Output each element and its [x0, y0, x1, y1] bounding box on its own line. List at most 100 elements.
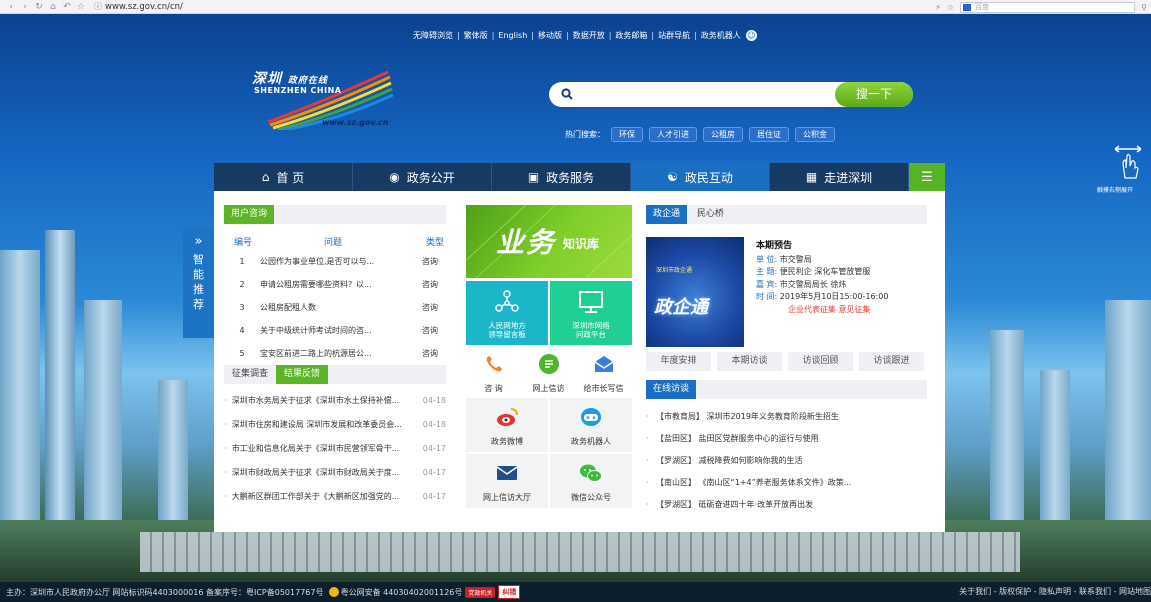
- undo-icon[interactable]: ↶: [60, 0, 74, 14]
- list-item[interactable]: · 市工业和信息化局关于《深圳市民营领军骨干... 04-17: [224, 436, 446, 460]
- enterprise-rep-link[interactable]: 企业代表征集: [788, 305, 836, 314]
- address-bar[interactable]: ⓘ www.sz.gov.cn/cn/: [94, 1, 183, 12]
- footer-links[interactable]: 关于我们 - 版权保护 - 隐私声明 - 联系我们 - 网站地图: [959, 582, 1151, 602]
- list-item[interactable]: · 【罗湖区】 砥砺奋进四十年·改革开放再出发: [646, 493, 927, 515]
- hot-tag-housing-fund[interactable]: 公积金: [795, 127, 835, 142]
- gov-weibo-card[interactable]: 政务微博: [466, 398, 548, 452]
- list-item[interactable]: · 深圳市财政局关于征求《深圳市财政局关于度... 04-17: [224, 460, 446, 484]
- row-question[interactable]: 宝安区前进二路上的杭源居公...: [260, 348, 414, 359]
- tab-survey[interactable]: 征集调查: [224, 365, 276, 384]
- top-link-open-data[interactable]: 数据开放: [573, 30, 605, 41]
- sz-net-inquiry-tile[interactable]: 深圳市网络 问政平台: [550, 281, 632, 345]
- table-row[interactable]: 1 公园作为事业单位,是否可以与... 咨询: [224, 250, 446, 273]
- tab-user-consult[interactable]: 用户咨询: [224, 205, 275, 224]
- top-link-gov-robot[interactable]: 政务机器人: [701, 30, 741, 41]
- list-item-title[interactable]: 大鹏新区群团工作部关于《大鹏新区加强党的...: [232, 491, 417, 502]
- search-input[interactable]: [579, 86, 829, 103]
- hot-tag-residence-permit[interactable]: 居住证: [749, 127, 789, 142]
- row-question[interactable]: 公园作为事业单位,是否可以与...: [260, 256, 414, 267]
- magnifier-icon[interactable]: ⚲: [1141, 3, 1147, 12]
- nav-home[interactable]: ⌂ 首 页: [214, 163, 353, 191]
- hot-tag-environment[interactable]: 环保: [611, 127, 643, 142]
- list-item[interactable]: · 【市教育局】 深圳市2019年义务教育阶段新生招生: [646, 405, 927, 427]
- party-gov-badge[interactable]: 党政机关: [465, 586, 496, 598]
- police-badge-icon: [328, 587, 339, 597]
- nav-gov-affairs-open[interactable]: ◉ 政务公开: [353, 163, 492, 191]
- bookmark-star-icon[interactable]: ☆: [74, 0, 88, 14]
- tab-gov-enterprise[interactable]: 政企通: [646, 205, 688, 224]
- forward-icon[interactable]: ›: [18, 0, 32, 14]
- menu-icon[interactable]: ☰: [909, 163, 945, 191]
- list-item[interactable]: · 【罗湖区】 减税降费如何影响你我的生活: [646, 449, 927, 471]
- mayor-letter-link[interactable]: 给市长写信: [576, 353, 631, 394]
- hot-tag-public-rental[interactable]: 公租房: [703, 127, 743, 142]
- online-petition-link[interactable]: 网上信访: [521, 353, 576, 394]
- row-question[interactable]: 公租房配租人数: [260, 302, 414, 313]
- list-item-title[interactable]: 减税降费如何影响你我的生活: [699, 455, 803, 466]
- table-row[interactable]: 2 申请公租房需要哪些资料？以... 咨询: [224, 273, 446, 296]
- top-link-site-nav[interactable]: 站群导航: [658, 30, 690, 41]
- list-item-title[interactable]: 深圳市水务局关于征求《深圳市水土保持补偿...: [232, 395, 417, 406]
- home-icon[interactable]: ⌂: [46, 0, 60, 14]
- list-item[interactable]: · 【南山区】 《南山区“1+4”养老服务体系文件》政策...: [646, 471, 927, 493]
- list-item-title[interactable]: 砥砺奋进四十年·改革开放再出发: [699, 499, 814, 510]
- smart-recommend-tab[interactable]: » 智 能 推 荐: [183, 228, 214, 338]
- gov-robot-card[interactable]: 政务机器人: [550, 398, 632, 452]
- touch-hand-icon[interactable]: [1111, 142, 1145, 182]
- top-link-traditional[interactable]: 繁体版: [464, 30, 488, 41]
- table-row[interactable]: 3 公租房配租人数 咨询: [224, 296, 446, 319]
- robot-icon[interactable]: ☺: [745, 30, 757, 41]
- nav-citizen-interaction[interactable]: ☯ 政民互动: [631, 163, 770, 191]
- logo-en-title: SHENZHEN CHINA: [254, 86, 342, 95]
- refresh-icon[interactable]: ↻: [32, 0, 46, 14]
- table-row[interactable]: 5 宝安区前进二路上的杭源居公... 咨询: [224, 342, 446, 365]
- error-report-badge[interactable]: 纠错: [498, 585, 521, 599]
- annual-plan-button[interactable]: 年度安排: [646, 352, 711, 371]
- people-message-board-tile[interactable]: 人民网地方 领导留言板: [466, 281, 548, 345]
- list-item-title[interactable]: 深圳市住房和建设局 深圳市发展和改革委员会...: [232, 419, 417, 430]
- top-link-accessible[interactable]: 无障碍浏览: [413, 30, 453, 41]
- search-button[interactable]: 搜一下: [835, 82, 913, 107]
- footer-police-record[interactable]: 粤公网安备 44030402001126号: [341, 587, 463, 598]
- list-item[interactable]: · 大鹏新区群团工作部关于《大鹏新区加强党的... 04-17: [224, 484, 446, 508]
- site-logo[interactable]: 深圳 政府在线 SHENZHEN CHINA www.sz.gov.cn: [248, 64, 393, 130]
- opinion-link[interactable]: 意见征集: [839, 305, 871, 314]
- list-item-title[interactable]: 深圳市财政局关于征求《深圳市财政局关于度...: [232, 467, 417, 478]
- browser-search-box[interactable]: 百度: [960, 1, 1136, 13]
- list-item-title[interactable]: 市工业和信息化局关于《深圳市民营领军骨干...: [232, 443, 417, 454]
- lightning-icon[interactable]: ⚡: [935, 3, 941, 12]
- row-question[interactable]: 申请公租房需要哪些资料？以...: [260, 279, 414, 290]
- row-question[interactable]: 关于中级统计师考试时间的咨...: [260, 325, 414, 336]
- top-link-mobile[interactable]: 移动版: [538, 30, 562, 41]
- list-item-title[interactable]: 深圳市2019年义务教育阶段新生招生: [707, 411, 839, 422]
- gov-enterprise-image[interactable]: 深圳市政企通 政企通: [646, 237, 744, 347]
- tab-feedback[interactable]: 结果反馈: [276, 365, 329, 384]
- favorite-star-icon[interactable]: ☆: [947, 3, 954, 12]
- list-item[interactable]: · 【盐田区】 盐田区党群服务中心的运行与使用: [646, 427, 927, 449]
- top-link-english[interactable]: English: [498, 31, 527, 40]
- list-item-title[interactable]: 盐田区党群服务中心的运行与使用: [699, 433, 819, 444]
- back-icon[interactable]: ‹: [4, 0, 18, 14]
- current-interview-button[interactable]: 本期访谈: [717, 352, 782, 371]
- list-item-title[interactable]: 《南山区“1+4”养老服务体系文件》政策...: [699, 477, 852, 488]
- list-item[interactable]: · 深圳市住房和建设局 深圳市发展和改革委员会... 04-18: [224, 412, 446, 436]
- col-header-type: 类型: [425, 238, 444, 248]
- tab-online-interview[interactable]: 在线访谈: [646, 380, 697, 399]
- side-tab-char: 能: [193, 268, 204, 281]
- consult-link[interactable]: 咨 询: [466, 353, 521, 394]
- tab-people-bridge[interactable]: 民心桥: [690, 205, 731, 224]
- guest-value: 市交警局局长 徐炜: [779, 279, 847, 289]
- tile-line1: 人民网地方: [488, 321, 526, 330]
- petition-hall-card[interactable]: 网上信访大厅: [466, 454, 548, 508]
- list-item[interactable]: · 深圳市水务局关于征求《深圳市水土保持补偿... 04-18: [224, 388, 446, 412]
- interview-followup-button[interactable]: 访谈跟进: [859, 352, 924, 371]
- nav-gov-services[interactable]: ▣ 政务服务: [492, 163, 631, 191]
- table-row[interactable]: 4 关于中级统计师考试时间的咨... 咨询: [224, 319, 446, 342]
- top-link-gov-mail[interactable]: 政务邮箱: [615, 30, 647, 41]
- interview-review-button[interactable]: 访谈回顾: [788, 352, 853, 371]
- knowledge-base-banner[interactable]: 业务 知识库: [466, 205, 632, 278]
- wechat-card[interactable]: 微信公众号: [550, 454, 632, 508]
- hot-tag-talent[interactable]: 人才引进: [649, 127, 697, 142]
- nav-about-shenzhen[interactable]: ▦ 走进深圳: [770, 163, 909, 191]
- nav-gov-services-label: 政务服务: [546, 170, 595, 185]
